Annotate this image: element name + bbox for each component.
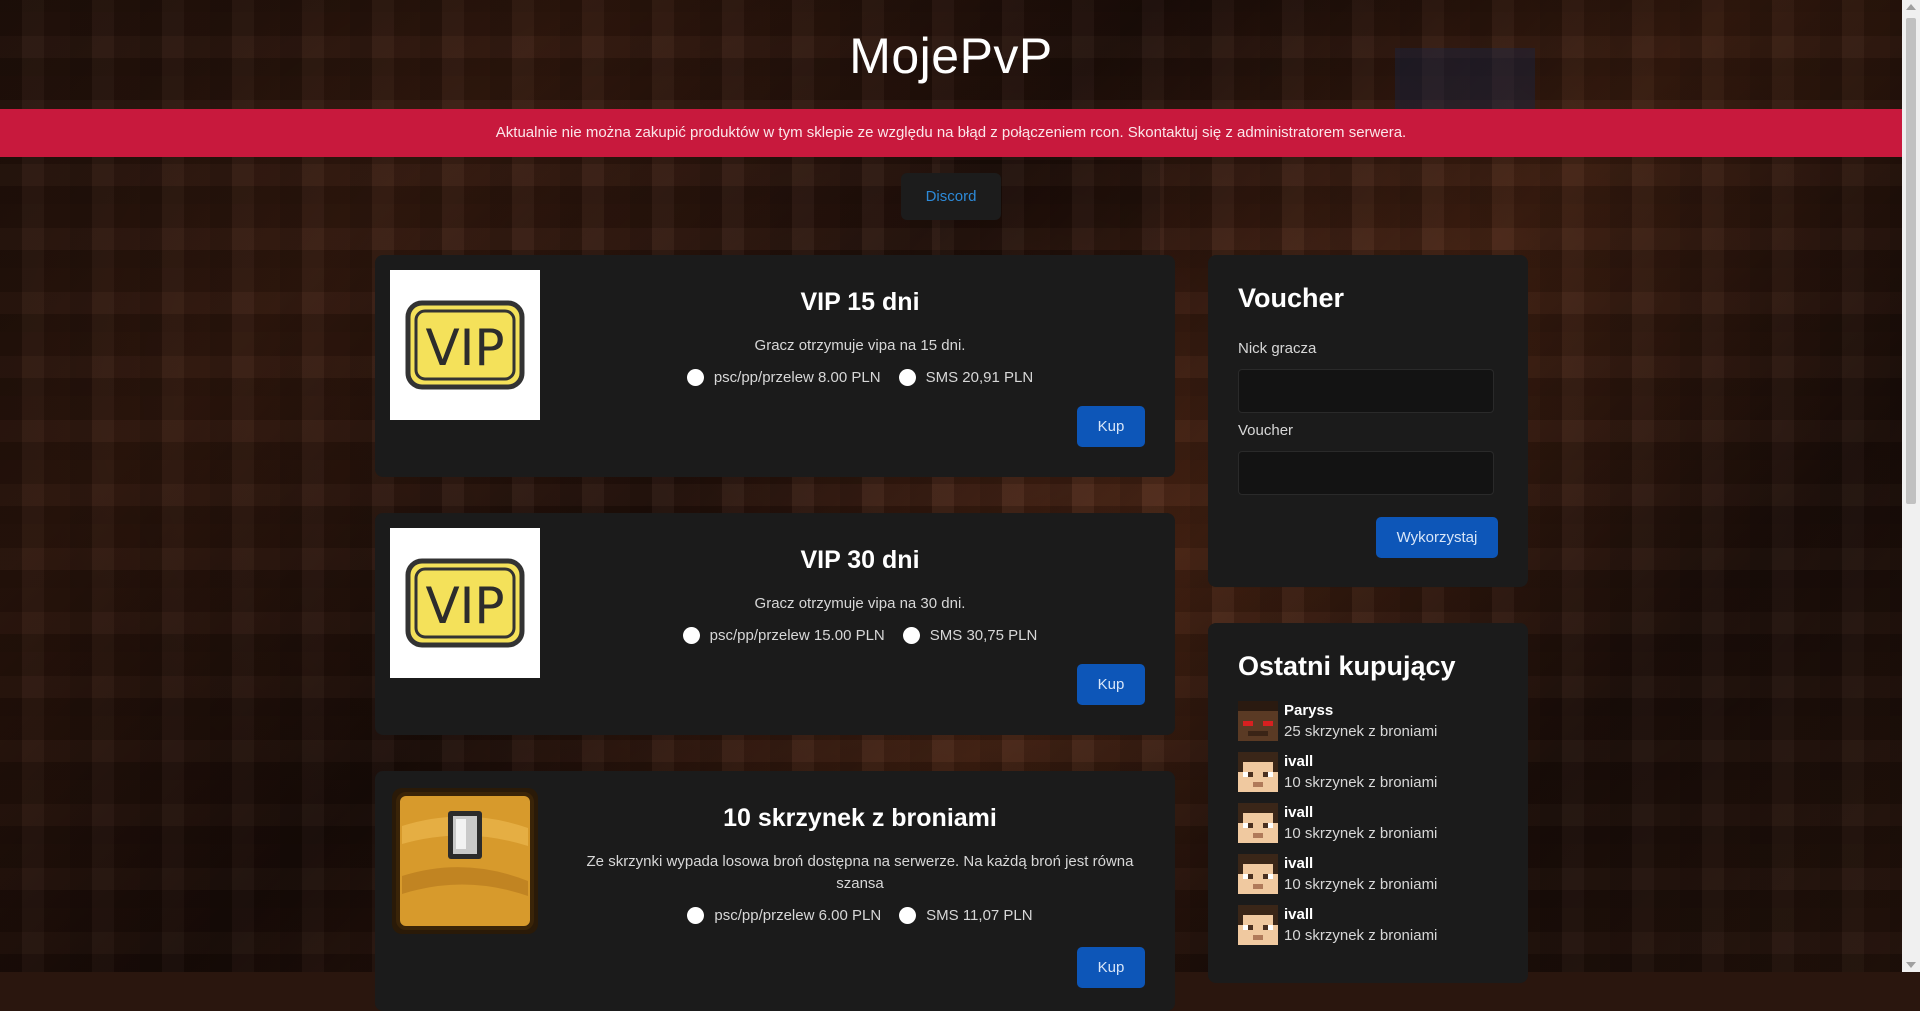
nick-input[interactable] — [1238, 369, 1494, 413]
recent-buyers-title: Ostatni kupujący — [1238, 651, 1456, 681]
rcon-error-alert: Aktualnie nie można zakupić produktów w … — [0, 109, 1902, 157]
buy-button[interactable]: Kup — [1077, 406, 1145, 447]
site-title: MojePvP — [849, 28, 1053, 84]
radio-button[interactable] — [682, 627, 700, 644]
radio-button[interactable] — [899, 907, 917, 924]
voucher-title: Voucher — [1238, 283, 1345, 313]
voucher-input[interactable] — [1238, 451, 1494, 495]
price-option-transfer[interactable]: psc/pp/przelew 6.00 PLN — [687, 907, 881, 924]
buyers-list: Paryss 25 skrzynek z broniami ivall 10 s… — [1238, 701, 1437, 956]
redeem-voucher-button[interactable]: Wykorzystaj — [1376, 517, 1498, 558]
discord-button[interactable]: Discord — [901, 173, 1001, 220]
buyer-name: ivall — [1284, 804, 1314, 821]
vip-badge-icon: VIP — [390, 528, 540, 678]
price-label: psc/pp/przelew 15.00 PLN — [709, 627, 885, 644]
product-info: VIP 15 dni Gracz otrzymuje vipa na 15 dn… — [560, 255, 1160, 386]
price-label: SMS 11,07 PLN — [926, 907, 1033, 924]
skin-face-icon — [1238, 701, 1278, 741]
nick-label: Nick gracza — [1238, 340, 1317, 357]
price-label: SMS 30,75 PLN — [929, 627, 1038, 644]
buy-button[interactable]: Kup — [1077, 664, 1145, 705]
product-title: VIP 30 dni — [800, 546, 920, 574]
skin-face-icon — [1238, 803, 1278, 843]
buy-button[interactable]: Kup — [1077, 947, 1145, 988]
radio-button[interactable] — [902, 627, 920, 644]
price-option-sms[interactable]: SMS 11,07 PLN — [899, 907, 1033, 924]
buyer-name: Paryss — [1284, 702, 1334, 719]
skin-face-icon — [1238, 752, 1278, 792]
voucher-label: Voucher — [1238, 422, 1294, 439]
price-option-sms[interactable]: SMS 30,75 PLN — [902, 627, 1038, 644]
buyer-purchase: 10 skrzynek z broniami — [1284, 876, 1438, 893]
buyer-item: Paryss 25 skrzynek z broniami — [1238, 701, 1437, 752]
price-options: psc/pp/przelew 15.00 PLN SMS 30,75 PLN — [560, 627, 1160, 644]
buyer-name: ivall — [1284, 855, 1314, 872]
product-description: Gracz otrzymuje vipa na 15 dni. — [754, 337, 966, 354]
svg-text:VIP: VIP — [425, 319, 504, 377]
price-label: psc/pp/przelew 8.00 PLN — [713, 369, 881, 386]
price-options: psc/pp/przelew 8.00 PLN SMS 20,91 PLN — [560, 369, 1160, 386]
radio-button[interactable] — [686, 369, 704, 386]
radio-button[interactable] — [687, 907, 705, 924]
vip-badge-icon: VIP — [390, 270, 540, 420]
chest-icon — [390, 786, 540, 936]
voucher-card: Voucher Nick gracza Voucher Wykorzystaj — [1208, 255, 1528, 587]
buyer-purchase: 10 skrzynek z broniami — [1284, 927, 1438, 944]
buyer-purchase: 10 skrzynek z broniami — [1284, 825, 1438, 842]
product-card: 10 skrzynek z broniami Ze skrzynki wypad… — [375, 771, 1175, 1011]
radio-button[interactable] — [898, 369, 916, 386]
price-label: psc/pp/przelew 6.00 PLN — [714, 907, 882, 924]
svg-text:VIP: VIP — [425, 577, 504, 635]
skin-face-icon — [1238, 854, 1278, 894]
price-option-transfer[interactable]: psc/pp/przelew 8.00 PLN — [686, 369, 881, 386]
page-content: MojePvP Aktualnie nie można zakupić prod… — [0, 0, 1920, 1011]
price-option-transfer[interactable]: psc/pp/przelew 15.00 PLN — [682, 627, 885, 644]
buyer-purchase: 10 skrzynek z broniami — [1284, 774, 1438, 791]
buyer-name: ivall — [1284, 906, 1314, 923]
buyer-item: ivall 10 skrzynek z broniami — [1238, 803, 1437, 854]
buyer-item: ivall 10 skrzynek z broniami — [1238, 854, 1437, 905]
product-info: 10 skrzynek z broniami Ze skrzynki wypad… — [560, 771, 1160, 924]
buyer-purchase: 25 skrzynek z broniami — [1284, 723, 1438, 740]
product-info: VIP 30 dni Gracz otrzymuje vipa na 30 dn… — [560, 513, 1160, 644]
buyer-item: ivall 10 skrzynek z broniami — [1238, 905, 1437, 956]
product-title: 10 skrzynek z broniami — [723, 804, 997, 832]
price-options: psc/pp/przelew 6.00 PLN SMS 11,07 PLN — [560, 907, 1160, 924]
skin-face-icon — [1238, 905, 1278, 945]
buyer-name: ivall — [1284, 753, 1314, 770]
price-label: SMS 20,91 PLN — [925, 369, 1034, 386]
buyer-item: ivall 10 skrzynek z broniami — [1238, 752, 1437, 803]
recent-buyers-card: Ostatni kupujący Paryss 25 skrzynek z br… — [1208, 623, 1528, 983]
product-title: VIP 15 dni — [800, 288, 920, 316]
product-card: VIP VIP 15 dni Gracz otrzymuje vipa na 1… — [375, 255, 1175, 477]
product-card: VIP VIP 30 dni Gracz otrzymuje vipa na 3… — [375, 513, 1175, 735]
product-description: Ze skrzynki wypada losowa broń dostępna … — [586, 853, 1134, 892]
price-option-sms[interactable]: SMS 20,91 PLN — [898, 369, 1034, 386]
product-description: Gracz otrzymuje vipa na 30 dni. — [754, 595, 966, 612]
